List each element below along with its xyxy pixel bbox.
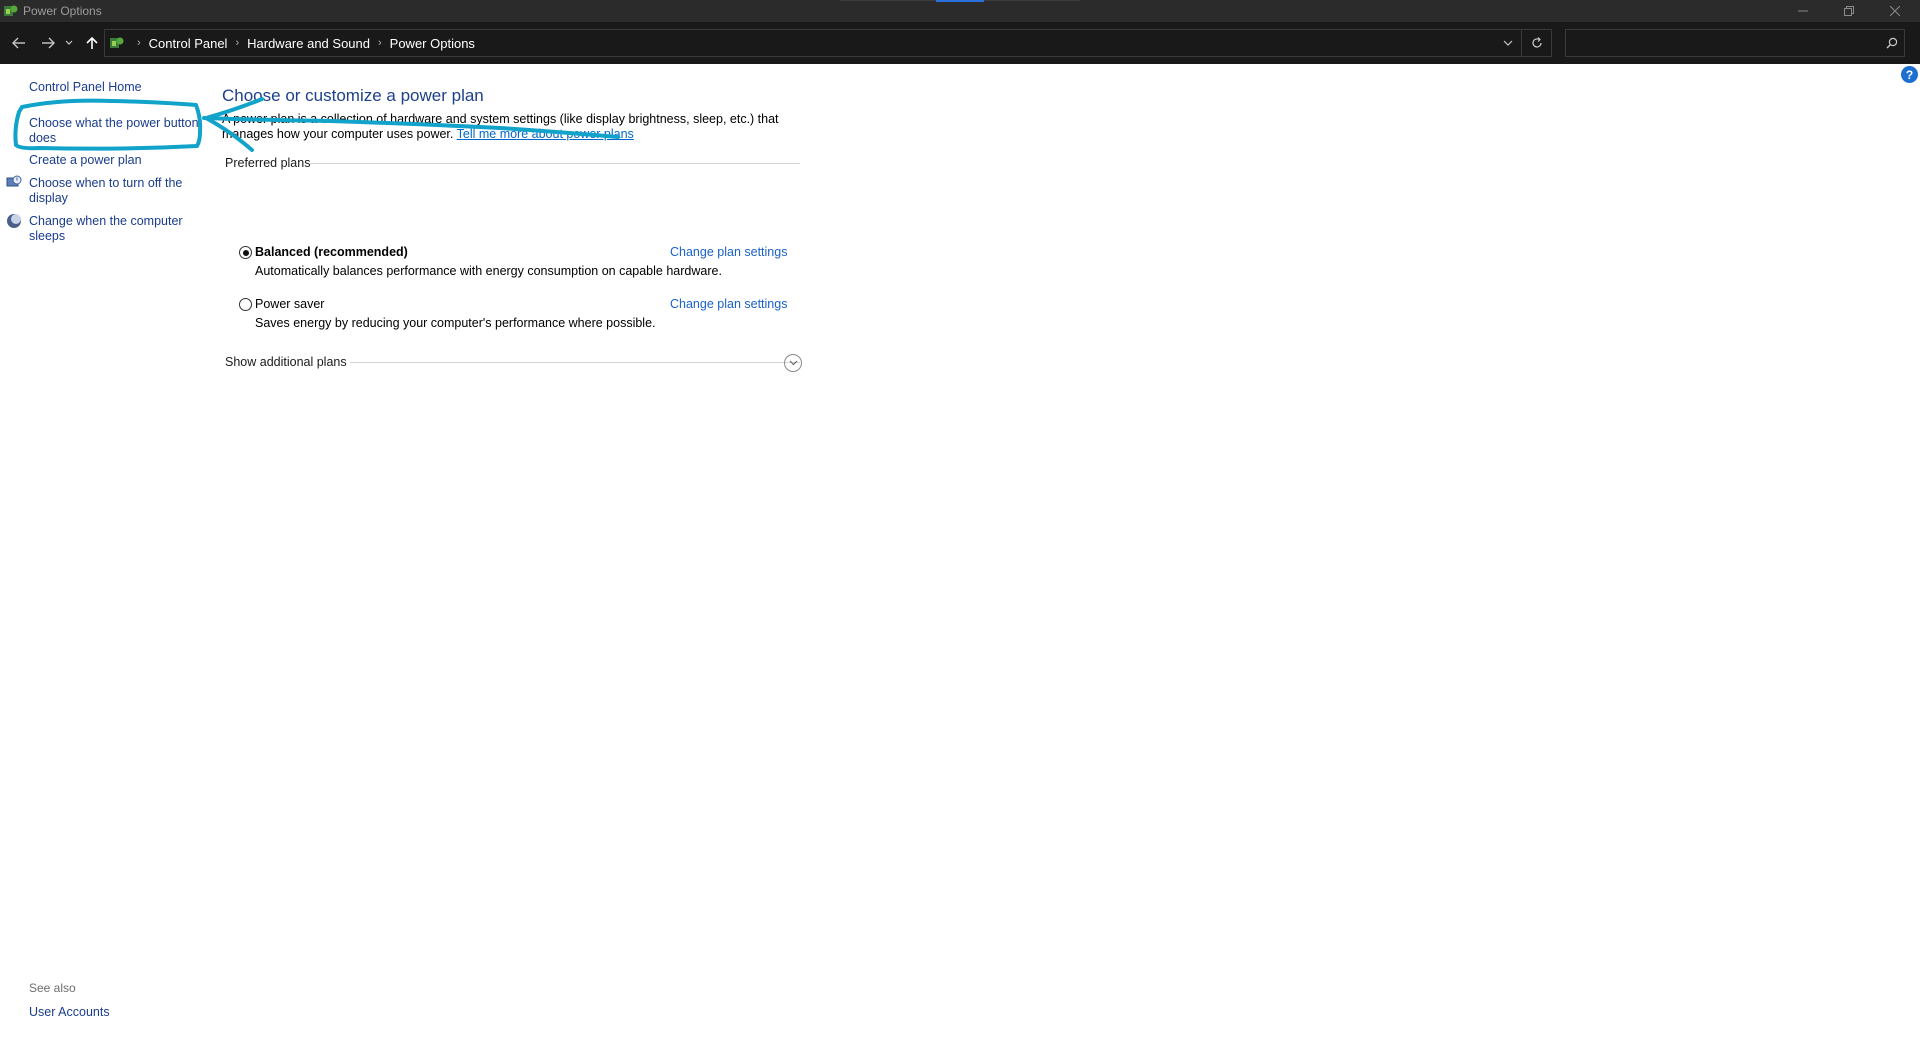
chevron-down-icon [65, 40, 73, 45]
display-off-settings-link[interactable]: Choose when to turn off the display [29, 176, 189, 206]
power-options-app-icon [4, 5, 18, 16]
display-power-icon [6, 175, 22, 187]
sleep-moon-icon [7, 214, 21, 228]
additional-plans-divider [350, 362, 800, 363]
up-arrow-icon [86, 36, 98, 49]
balanced-plan-name[interactable]: Balanced (recommended) [255, 245, 408, 259]
sleep-settings-link[interactable]: Change when the computer sleeps [29, 214, 189, 244]
close-button[interactable] [1872, 0, 1918, 22]
control-panel-home-link[interactable]: Control Panel Home [29, 80, 142, 95]
up-button[interactable] [81, 32, 103, 54]
search-input[interactable] [1565, 29, 1905, 57]
power-saver-plan-name[interactable]: Power saver [255, 297, 324, 311]
page-title: Choose or customize a power plan [222, 86, 484, 105]
chevron-down-icon [789, 360, 797, 366]
minimize-button[interactable] [1780, 0, 1826, 22]
title-bar-accent [936, 0, 984, 2]
page-description: A power plan is a collection of hardware… [222, 112, 812, 142]
breadcrumb-control-panel[interactable]: Control Panel [149, 36, 228, 51]
power-saver-plan-radio[interactable] [239, 298, 252, 311]
create-power-plan-link[interactable]: Create a power plan [29, 153, 142, 168]
breadcrumb-power-options[interactable]: Power Options [390, 36, 475, 51]
left-navigation-pane: Control Panel Home Choose what the power… [0, 64, 210, 1040]
back-arrow-icon [12, 37, 25, 49]
control-panel-icon [110, 37, 124, 48]
breadcrumb-chevron-icon[interactable]: › [378, 37, 382, 49]
power-button-settings-link[interactable]: Choose what the power button does [29, 116, 199, 146]
power-saver-change-settings-link[interactable]: Change plan settings [670, 297, 787, 311]
expand-additional-plans-button[interactable] [784, 354, 802, 372]
balanced-plan-radio[interactable] [239, 246, 252, 259]
breadcrumb-hardware-and-sound[interactable]: Hardware and Sound [247, 36, 370, 51]
user-accounts-link[interactable]: User Accounts [29, 1005, 110, 1020]
breadcrumb: › Control Panel › Hardware and Sound › P… [129, 30, 475, 56]
restore-icon [1844, 6, 1854, 16]
forward-button[interactable] [37, 32, 59, 54]
back-button[interactable] [8, 32, 30, 54]
preferred-plans-divider [309, 163, 800, 164]
title-bar: Power Options [0, 0, 1920, 22]
see-also-label: See also [29, 981, 76, 995]
address-bar[interactable]: › Control Panel › Hardware and Sound › P… [104, 29, 1552, 57]
preferred-plans-label: Preferred plans [225, 156, 311, 170]
balanced-change-settings-link[interactable]: Change plan settings [670, 245, 787, 259]
show-additional-plans-label[interactable]: Show additional plans [225, 355, 347, 369]
breadcrumb-chevron-icon[interactable]: › [235, 37, 239, 49]
more-info-link[interactable]: Tell me more about power plans [457, 127, 634, 141]
close-icon [1890, 6, 1900, 16]
breadcrumb-chevron-icon: › [137, 37, 141, 49]
search-icon [1886, 37, 1898, 49]
chevron-down-icon [1503, 40, 1513, 46]
window-title: Power Options [23, 4, 102, 18]
forward-arrow-icon [42, 37, 55, 49]
navigation-bar: › Control Panel › Hardware and Sound › P… [0, 22, 1920, 64]
balanced-plan-description: Automatically balances performance with … [255, 264, 722, 278]
recent-locations-button[interactable] [62, 32, 76, 54]
restore-button[interactable] [1826, 0, 1872, 22]
address-divider [1521, 30, 1522, 56]
help-icon: ? [1905, 67, 1914, 82]
refresh-button[interactable] [1525, 30, 1549, 56]
address-dropdown-button[interactable] [1497, 30, 1519, 56]
refresh-icon [1532, 37, 1542, 48]
power-saver-plan-description: Saves energy by reducing your computer's… [255, 316, 656, 330]
minimize-icon [1798, 10, 1808, 12]
help-button[interactable]: ? [1901, 66, 1918, 83]
